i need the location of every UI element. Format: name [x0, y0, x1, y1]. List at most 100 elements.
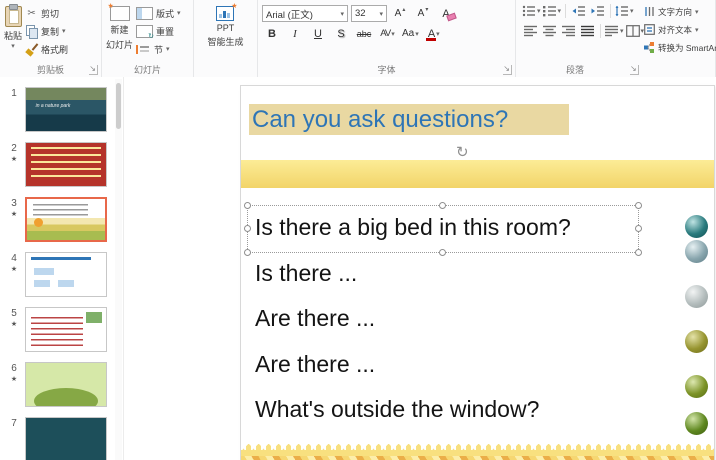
clipboard-dialog-launcher[interactable]: ↘ [89, 65, 98, 75]
ppt-ai-icon: ★ [216, 3, 237, 21]
clear-formatting-button[interactable]: A [436, 5, 456, 22]
copy-icon [25, 24, 38, 39]
align-text-button[interactable]: 对齐文本 ▾ [644, 22, 716, 37]
align-right-button[interactable] [560, 23, 577, 39]
font-size-dropdown-arrow: ▾ [379, 10, 383, 18]
ribbon: 粘贴 ▾ ✂ 剪切 复制 ▾ 格式刷 剪贴板 ↘ ★ 新建 幻灯片 版式 ▾ ↻… [0, 0, 716, 78]
bullet-sphere-6[interactable] [685, 412, 708, 435]
case-dropdown-arrow: ▾ [415, 30, 419, 38]
slide-number: 2 [11, 143, 17, 154]
thumbnail-item-5: 5 ★ [0, 307, 123, 352]
bullet-sphere-3[interactable] [685, 285, 708, 308]
align-center-button[interactable] [541, 23, 558, 39]
text-direction-button[interactable]: 文字方向 ▾ [644, 4, 716, 19]
font-group: Arial (正文) ▾ 32 ▾ A ▴ A ▾ A B I U S abc … [258, 0, 516, 77]
slide-thumbnail-7[interactable] [25, 417, 107, 460]
paragraph-group: ▾ ▾ ▾ ▾ ▾ 文字方向 ▾ 对齐文本 ▾ 转换为 SmartArt 段落 … [516, 0, 716, 77]
line-spacing-button[interactable]: ▾ [615, 3, 634, 19]
slide-title[interactable]: Can you ask questions? [249, 104, 569, 135]
slide-thumbnail-3-selected[interactable] [25, 197, 107, 242]
format-painter-label: 格式刷 [41, 44, 69, 55]
bullet-sphere-5[interactable] [685, 375, 708, 398]
bullet-sphere-1[interactable] [685, 215, 708, 238]
justify-button[interactable] [579, 23, 596, 39]
increase-indent-button[interactable] [589, 3, 606, 19]
question-text-5[interactable]: What's outside the window? [255, 396, 539, 428]
selection-handle-bottom-left[interactable] [244, 249, 251, 256]
character-spacing-button[interactable]: AV ▾ [377, 25, 397, 42]
thumbnail-scrollbar[interactable] [115, 79, 122, 460]
slide-thumbnail-6[interactable] [25, 362, 107, 407]
paragraph-dialog-launcher[interactable]: ↘ [630, 65, 639, 75]
numbering-button[interactable]: ▾ [542, 3, 561, 19]
clipboard-group: 粘贴 ▾ ✂ 剪切 复制 ▾ 格式刷 剪贴板 ↘ [0, 0, 102, 77]
reset-button[interactable]: ↻ 重置 [136, 24, 181, 40]
shrink-font-arrow-icon: ▾ [425, 7, 429, 13]
distribute-button[interactable]: ▾ [605, 23, 624, 39]
cut-icon: ✂ [27, 7, 36, 19]
slide-number: 3 [11, 198, 17, 209]
slide-number: 7 [11, 418, 17, 429]
bullets-button[interactable]: ▾ [522, 3, 541, 19]
new-slide-label-2: 幻灯片 [106, 40, 134, 50]
new-slide-button[interactable]: ★ 新建 幻灯片 [106, 3, 133, 63]
selection-handle-middle-right[interactable] [635, 225, 642, 232]
decrease-indent-button[interactable] [570, 3, 587, 19]
selection-handle-middle-left[interactable] [244, 225, 251, 232]
selection-handle-bottom-right[interactable] [635, 249, 642, 256]
slide-thumbnail-5[interactable] [25, 307, 107, 352]
text-shadow-button[interactable]: S [331, 25, 351, 42]
numbering-icon [542, 6, 556, 17]
slides-small-buttons: 版式 ▾ ↻ 重置 节 ▾ [136, 3, 181, 63]
question-text-4[interactable]: Are there ... [255, 351, 375, 383]
shrink-font-button[interactable]: A ▾ [413, 5, 433, 22]
align-left-button[interactable] [522, 23, 539, 39]
copy-button[interactable]: 复制 ▾ [25, 24, 68, 39]
slide-thumbnail-4[interactable] [25, 252, 107, 297]
font-color-swatch [425, 38, 436, 41]
selection-handle-bottom-center[interactable] [439, 249, 446, 256]
thumbnail-scrollbar-thumb[interactable] [116, 83, 121, 129]
bullet-sphere-2[interactable] [685, 240, 708, 263]
ppt-ai-generate-button[interactable]: ★ PPT 智能生成 [207, 3, 243, 63]
grow-font-button[interactable]: A ▴ [390, 5, 410, 22]
yellow-band-shape[interactable] [241, 160, 714, 188]
columns-button[interactable]: ▾ [625, 23, 644, 39]
bold-button[interactable]: B [262, 25, 282, 42]
selection-handle-top-right[interactable] [635, 202, 642, 209]
layout-button[interactable]: 版式 ▾ [136, 6, 181, 20]
strikethrough-button[interactable]: abc [354, 25, 374, 42]
bullet-sphere-4[interactable] [685, 330, 708, 353]
slide-thumbnail-2[interactable] [25, 142, 107, 187]
line-spacing-dropdown-arrow: ▾ [630, 8, 634, 15]
textbox-selection-outline[interactable] [244, 202, 642, 256]
slide-workspace: Can you ask questions? ↻ Is there a big … [124, 77, 716, 460]
thumbnail-item-3: 3 ★ [0, 197, 123, 242]
font-color-button[interactable]: A ▾ [424, 25, 444, 42]
paste-button[interactable]: 粘贴 ▾ [4, 3, 22, 63]
question-text-3[interactable]: Are there ... [255, 305, 375, 337]
bullets-dropdown-arrow: ▾ [537, 8, 541, 15]
rotate-handle-icon[interactable]: ↻ [456, 143, 469, 161]
font-dialog-launcher[interactable]: ↘ [503, 65, 512, 75]
question-text-2[interactable]: Is there ... [255, 260, 357, 292]
layout-dropdown-arrow: ▾ [177, 10, 181, 17]
selection-handle-top-left[interactable] [244, 202, 251, 209]
convert-smartart-button[interactable]: 转换为 SmartArt ▾ [644, 40, 716, 55]
align-text-label: 对齐文本 [658, 24, 693, 35]
font-size-combo[interactable]: 32 ▾ [351, 5, 387, 22]
slides-group: ★ 新建 幻灯片 版式 ▾ ↻ 重置 节 ▾ 幻灯片 [102, 0, 194, 77]
ppt-ai-star-icon: ★ [231, 3, 238, 10]
format-painter-button[interactable]: 格式刷 [25, 42, 68, 56]
reset-icon: ↻ [136, 24, 154, 40]
selection-handle-top-center[interactable] [439, 202, 446, 209]
distribute-dropdown-arrow: ▾ [620, 28, 624, 35]
change-case-button[interactable]: Aa ▾ [400, 25, 421, 42]
underline-button[interactable]: U [308, 25, 328, 42]
slide-thumbnail-1[interactable]: in a nature park [25, 87, 107, 132]
section-button[interactable]: 节 ▾ [136, 42, 181, 56]
font-name-combo[interactable]: Arial (正文) ▾ [262, 5, 348, 22]
increase-indent-icon [591, 6, 604, 16]
cut-button[interactable]: ✂ 剪切 [25, 6, 68, 20]
italic-button[interactable]: I [285, 25, 305, 42]
